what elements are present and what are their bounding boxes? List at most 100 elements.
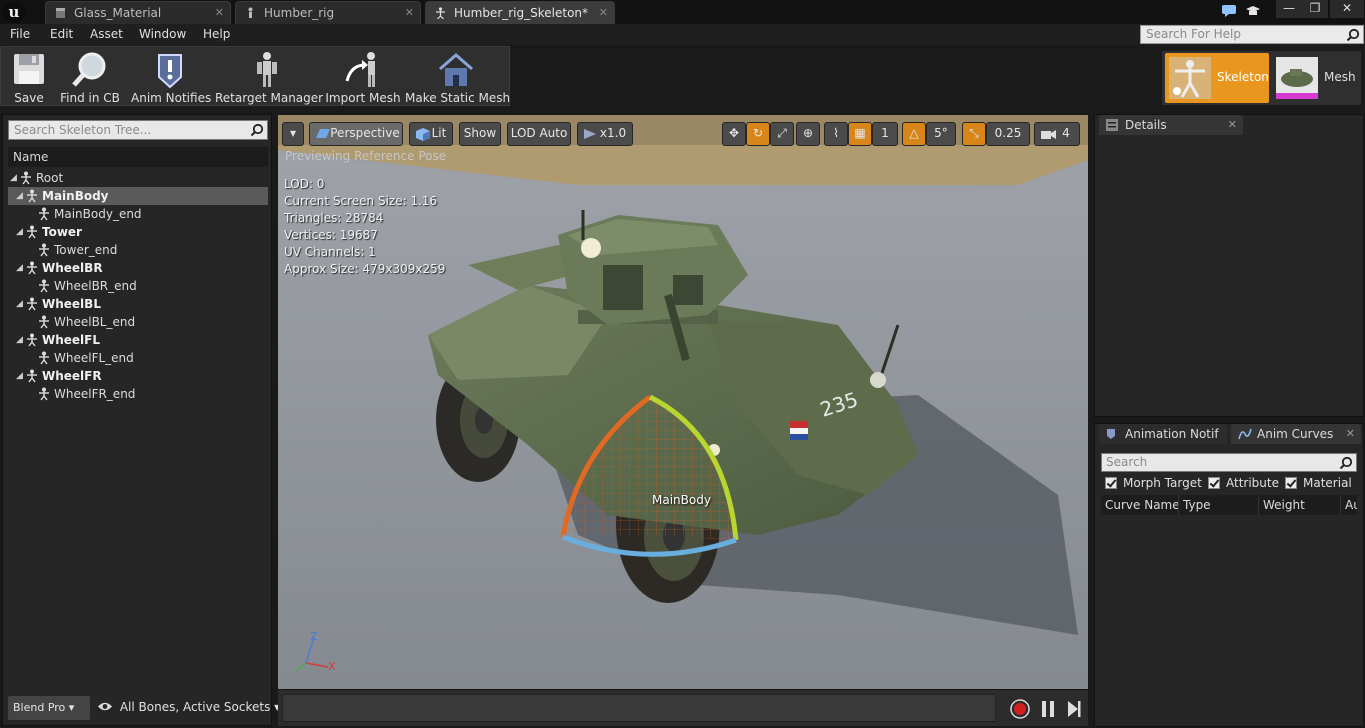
- expand-arrow-icon[interactable]: ◢: [16, 259, 23, 277]
- playback-speed-button[interactable]: x1.0: [577, 122, 633, 146]
- column-curve-name[interactable]: Curve Name: [1101, 495, 1179, 515]
- world-local-button[interactable]: ⊕: [796, 122, 820, 146]
- filter-attribute-checkbox[interactable]: Attribute: [1208, 476, 1279, 490]
- unreal-logo-icon[interactable]: u: [2, 1, 26, 23]
- tree-row-wheelfr[interactable]: ◢ WheelFR: [8, 367, 268, 385]
- make-static-mesh-button[interactable]: Make Static Mesh: [405, 49, 510, 105]
- column-auto[interactable]: Au: [1341, 495, 1357, 515]
- maximize-button[interactable]: ❐: [1302, 0, 1328, 18]
- menu-file[interactable]: File: [10, 27, 30, 41]
- close-icon[interactable]: ✕: [599, 2, 608, 24]
- camera-speed-button[interactable]: 4: [1034, 122, 1080, 146]
- surface-snap-button[interactable]: ⌇: [824, 122, 848, 146]
- menu-asset[interactable]: Asset: [90, 27, 123, 41]
- magnifier-icon: [72, 52, 106, 87]
- anim-notifies-button[interactable]: Anim Notifies: [131, 49, 211, 105]
- bones-filter-dropdown[interactable]: All Bones, Active Sockets ▾: [97, 700, 280, 714]
- bone-label: WheelFL_end: [54, 351, 134, 365]
- close-icon[interactable]: ✕: [1346, 424, 1355, 444]
- tab-label: Glass_Material: [74, 6, 162, 20]
- tree-row-wheelfr-end[interactable]: WheelFR_end: [8, 385, 268, 403]
- tree-column-header[interactable]: Name: [8, 147, 268, 167]
- bone-label: WheelFL: [42, 333, 101, 347]
- expand-arrow-icon[interactable]: ◢: [16, 187, 23, 205]
- skeleton-mode-button[interactable]: Skeleton: [1165, 53, 1269, 103]
- tree-row-wheelbr[interactable]: ◢ WheelBR: [8, 259, 268, 277]
- preview-mode-label: Previewing Reference Pose: [285, 149, 447, 163]
- close-icon[interactable]: ✕: [405, 2, 414, 24]
- show-label: Show: [463, 126, 497, 140]
- tree-row-wheelbl[interactable]: ◢ WheelBL: [8, 295, 268, 313]
- tree-row-wheelfl[interactable]: ◢ WheelFL: [8, 331, 268, 349]
- scale-snap-toggle[interactable]: ⤡: [962, 122, 986, 146]
- menu-help[interactable]: Help: [203, 27, 230, 41]
- stat-line: Current Screen Size: 1.16: [284, 194, 438, 208]
- checkbox-checked-icon: [1208, 477, 1220, 489]
- graduation-cap-icon[interactable]: [1245, 4, 1261, 19]
- tab-humber-rig-skeleton[interactable]: Humber_rig_Skeleton* ✕: [425, 1, 615, 24]
- help-search-input[interactable]: Search For Help: [1140, 25, 1364, 44]
- tree-row-wheelbl-end[interactable]: WheelBL_end: [8, 313, 268, 331]
- expand-arrow-icon[interactable]: ◢: [16, 223, 23, 241]
- tab-details[interactable]: Details ✕: [1099, 115, 1243, 135]
- column-type[interactable]: Type: [1179, 495, 1259, 515]
- angle-snap-button[interactable]: 5°: [926, 122, 956, 146]
- close-icon[interactable]: ✕: [215, 2, 224, 24]
- curve-search-input[interactable]: Search: [1101, 453, 1357, 472]
- blend-profile-button[interactable]: Blend Pro ▾: [8, 696, 90, 720]
- bone-icon: [39, 207, 49, 221]
- expand-arrow-icon[interactable]: ◢: [10, 169, 17, 187]
- rotate-tool-button[interactable]: ↻: [746, 122, 770, 146]
- expand-arrow-icon[interactable]: ◢: [16, 295, 23, 313]
- translate-tool-button[interactable]: ✥: [722, 122, 746, 146]
- scale-tool-button[interactable]: ⤢: [770, 122, 794, 146]
- expand-arrow-icon[interactable]: ◢: [16, 331, 23, 349]
- tree-row-mainbody[interactable]: ◢ MainBody: [8, 187, 268, 205]
- skeleton-tree-panel: Search Skeleton Tree... Name ◢ Root ◢ MainB…: [2, 114, 280, 726]
- minimize-button[interactable]: —: [1276, 0, 1302, 18]
- scale-snap-button[interactable]: 0.25: [986, 122, 1030, 146]
- bone-label: MainBody: [42, 189, 109, 203]
- checkbox-checked-icon: [1105, 477, 1117, 489]
- tree-row-wheelfl-end[interactable]: WheelFL_end: [8, 349, 268, 367]
- tree-row-wheelbr-end[interactable]: WheelBR_end: [8, 277, 268, 295]
- timeline-scrubber[interactable]: [282, 694, 996, 722]
- tree-row-root[interactable]: ◢ Root: [8, 169, 268, 187]
- menu-window[interactable]: Window: [139, 27, 186, 41]
- bone-label: Tower: [42, 225, 82, 239]
- close-icon[interactable]: ✕: [1228, 115, 1237, 135]
- tree-row-tower[interactable]: ◢ Tower: [8, 223, 268, 241]
- close-window-button[interactable]: ✕: [1330, 0, 1364, 18]
- retarget-manager-button[interactable]: Retarget Manager: [215, 49, 323, 105]
- grid-size-button[interactable]: 1: [872, 122, 898, 146]
- expand-arrow-icon[interactable]: ◢: [16, 367, 23, 385]
- tab-glass-material[interactable]: Glass_Material ✕: [45, 1, 231, 24]
- angle-snap-toggle[interactable]: △: [902, 122, 926, 146]
- pause-button[interactable]: [1040, 699, 1056, 719]
- perspective-button[interactable]: Perspective: [309, 122, 403, 146]
- preview-viewport[interactable]: 235 Z X ▾ Perspective Lit Show LOD Auto …: [278, 115, 1088, 689]
- filter-material-checkbox[interactable]: Material: [1285, 476, 1352, 490]
- play-forward-button[interactable]: [1066, 699, 1082, 719]
- lod-button[interactable]: LOD Auto: [507, 122, 571, 146]
- grid-snap-button[interactable]: ▦: [848, 122, 872, 146]
- tab-animation-notifies[interactable]: Animation Notif: [1099, 424, 1227, 444]
- import-mesh-button[interactable]: Import Mesh: [325, 49, 401, 105]
- skeleton-icon: [436, 7, 445, 19]
- tab-anim-curves[interactable]: Anim Curves ✕: [1231, 424, 1361, 444]
- tree-row-mainbody-end[interactable]: MainBody_end: [8, 205, 268, 223]
- show-button[interactable]: Show: [459, 122, 501, 146]
- lit-button[interactable]: Lit: [409, 122, 453, 146]
- find-in-cb-button[interactable]: Find in CB: [57, 49, 123, 105]
- skeleton-search-input[interactable]: Search Skeleton Tree...: [8, 120, 268, 140]
- record-button[interactable]: [1009, 698, 1031, 720]
- column-weight[interactable]: Weight: [1259, 495, 1341, 515]
- chat-icon[interactable]: [1221, 4, 1237, 18]
- tree-row-tower-end[interactable]: Tower_end: [8, 241, 268, 259]
- menu-edit[interactable]: Edit: [50, 27, 73, 41]
- mesh-mode-button[interactable]: Mesh: [1272, 53, 1360, 103]
- tab-humber-rig[interactable]: Humber_rig ✕: [235, 1, 421, 24]
- viewport-options-button[interactable]: ▾: [282, 122, 304, 146]
- filter-morph-target-checkbox[interactable]: Morph Target: [1105, 476, 1202, 490]
- save-button[interactable]: Save: [5, 49, 53, 105]
